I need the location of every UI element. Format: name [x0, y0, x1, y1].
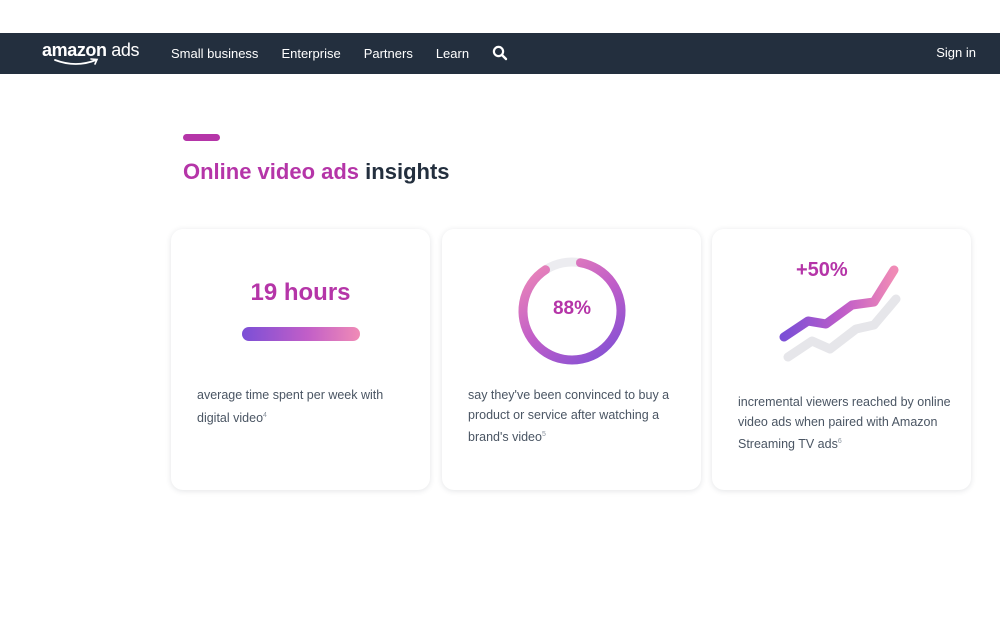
stat-value: 19 hours: [250, 279, 351, 306]
stat-description-text: incremental viewers reached by online vi…: [738, 395, 951, 452]
stat-description: incremental viewers reached by online vi…: [738, 393, 953, 455]
stat-description: average time spent per week with digital…: [197, 386, 412, 428]
section-title: Online video ads insights: [183, 159, 450, 185]
logo-suffix: ads: [111, 40, 140, 60]
nav-enterprise[interactable]: Enterprise: [281, 46, 340, 61]
search-icon[interactable]: [492, 45, 508, 61]
top-navbar: amazon ads Small business Enterprise Par…: [0, 33, 1000, 74]
nav-small-business[interactable]: Small business: [171, 46, 258, 61]
stat-description-text: say they've been convinced to buy a prod…: [468, 388, 670, 445]
stat-description-text: average time spent per week with digital…: [197, 388, 384, 425]
stat-card-hours: 19 hours average time spent per week wit…: [171, 229, 430, 490]
sign-in-link[interactable]: Sign in: [936, 45, 976, 60]
main-nav: Small business Enterprise Partners Learn: [171, 33, 492, 74]
amazon-ads-logo[interactable]: amazon ads: [42, 40, 139, 68]
stat-card-convinced: 88% say they've been convinced to buy a …: [442, 229, 701, 490]
stat-description: say they've been convinced to buy a prod…: [468, 386, 683, 448]
smile-arrow-icon: [54, 58, 99, 65]
nav-learn[interactable]: Learn: [436, 46, 469, 61]
nav-partners[interactable]: Partners: [364, 46, 413, 61]
logo-word: amazon: [42, 40, 107, 60]
footnote-marker: 5: [541, 431, 546, 438]
gradient-bar: [242, 327, 360, 341]
section-accent-bar: [183, 134, 220, 141]
footnote-marker: 4: [263, 411, 267, 419]
stat-value: +50%: [796, 259, 848, 281]
stat-value: 88%: [552, 298, 592, 319]
logo-text: amazon ads: [42, 40, 139, 60]
section-title-accent: Online video ads: [183, 159, 360, 184]
section-title-rest: insights: [365, 159, 450, 184]
stat-card-viewers: +50% incremental viewers reached by onli…: [712, 229, 971, 490]
footnote-marker: 6: [837, 438, 842, 445]
